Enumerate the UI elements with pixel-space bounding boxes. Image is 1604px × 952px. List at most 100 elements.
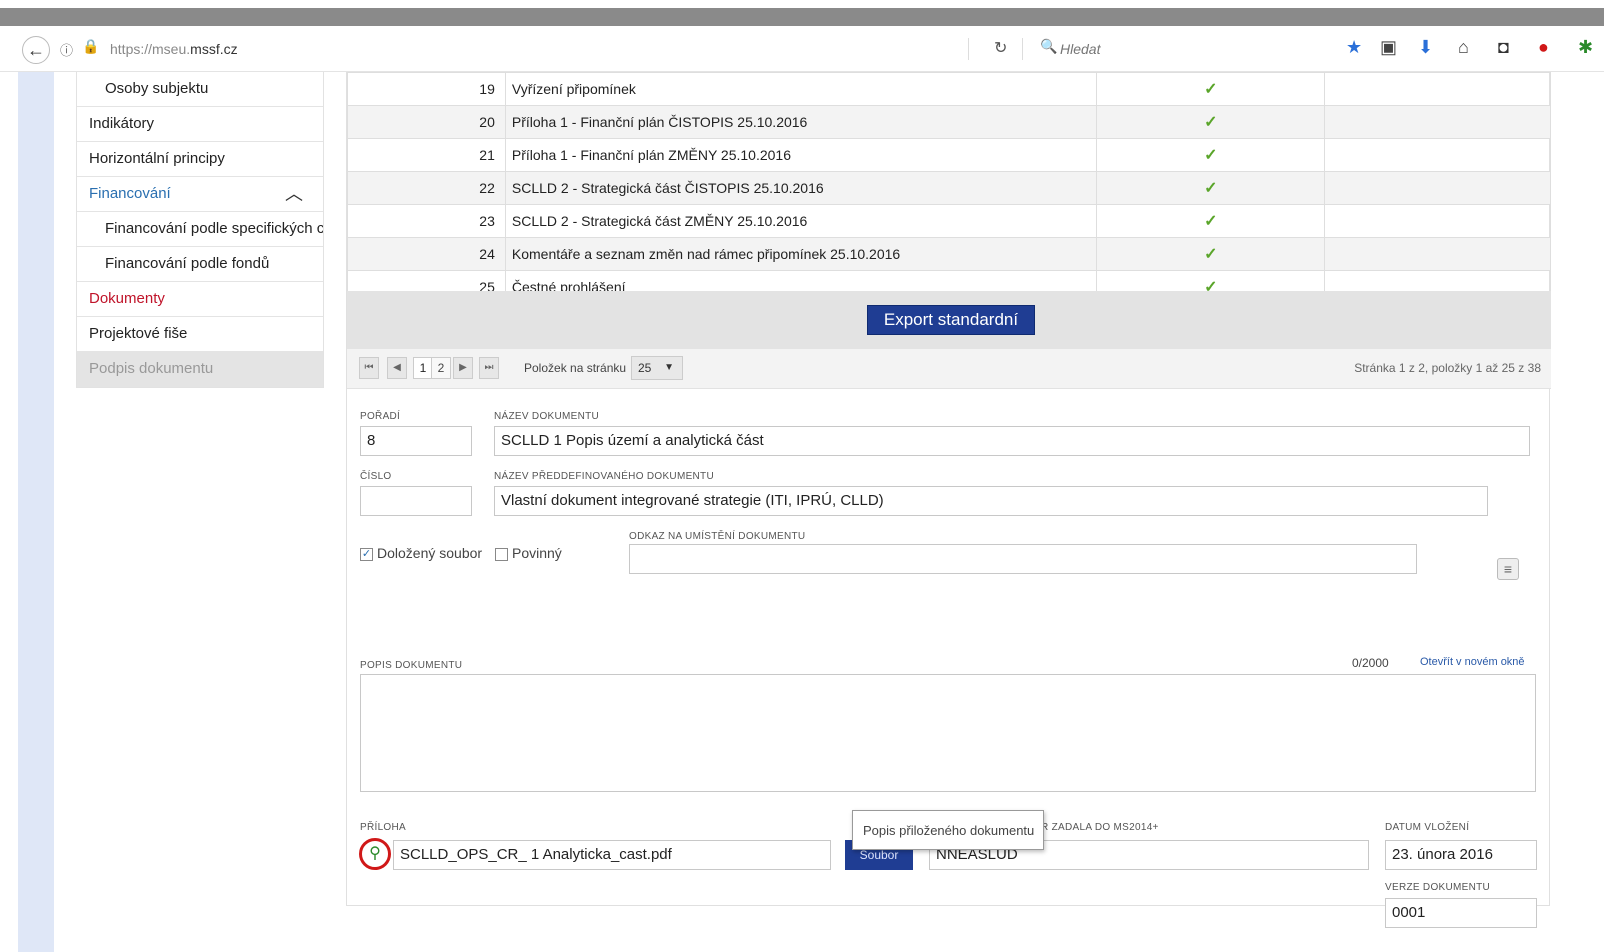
poradi-input[interactable]: 8 <box>360 426 472 456</box>
row-number: 23 <box>347 204 506 238</box>
table-row[interactable]: 21 Příloha 1 - Finanční plán ZMĚNY 25.10.… <box>347 138 1551 172</box>
search-icon: 🔍 <box>1040 38 1058 54</box>
check-icon: ✓ <box>1096 105 1326 139</box>
cislo-input[interactable] <box>360 486 472 516</box>
sidebar-item-label: Osoby subjektu <box>105 80 209 97</box>
predef-input[interactable]: Vlastní dokument integrované strategie (… <box>494 486 1488 516</box>
window-top-edge <box>0 0 1604 8</box>
page-1-button[interactable]: 1 <box>413 357 433 379</box>
popis-textarea[interactable] <box>360 674 1536 792</box>
table-row[interactable]: 22 SCLLD 2 - Strategická část ČISTOPIS 25… <box>347 171 1551 205</box>
star-icon[interactable]: ★ <box>1346 37 1362 58</box>
row-name: SCLLD 2 - Strategická část ZMĚNY 25.10.2… <box>504 204 1098 238</box>
checkbox-checked-icon[interactable]: ✓ <box>360 547 373 561</box>
odkaz-input[interactable] <box>629 544 1417 574</box>
export-band: Export standardní <box>347 291 1551 349</box>
row-number: 21 <box>347 138 506 172</box>
per-page-label: Položek na stránku <box>524 361 627 375</box>
clipboard-icon[interactable]: ▣ <box>1380 37 1397 58</box>
chevron-down-icon: ▼ <box>664 362 674 373</box>
prev-page-icon[interactable]: ◀ <box>387 357 407 379</box>
row-number: 19 <box>347 72 506 106</box>
priloha-label: Příloha <box>360 822 407 833</box>
row-name: Komentáře a seznam změn nad rámec připom… <box>504 237 1098 271</box>
povinny-label: Povinný <box>512 545 562 561</box>
tooltip: Popis přiloženého dokumentu <box>852 810 1044 850</box>
last-page-icon[interactable]: ⏭ <box>479 357 499 379</box>
sidebar-item-dokumenty[interactable]: Dokumenty <box>77 282 323 317</box>
back-arrow-icon[interactable]: ← <box>22 36 50 64</box>
per-page-select[interactable]: 25 ▼ <box>631 356 683 380</box>
first-page-icon[interactable]: ⏮ <box>359 357 379 379</box>
povinny-checkbox[interactable]: Povinný <box>495 545 562 561</box>
next-page-icon[interactable]: ▶ <box>453 357 473 379</box>
table-row[interactable]: 20 Příloha 1 - Finanční plán ČISTOPIS 25.… <box>347 105 1551 139</box>
url-bar[interactable]: https://mseu.mssf.cz <box>110 41 238 57</box>
sidebar-item-financovani[interactable]: Financování ︿ <box>77 177 323 212</box>
row-empty-cell <box>1324 105 1551 139</box>
priloha-input[interactable]: SCLLD_OPS_CR_ 1 Analyticka_cast.pdf <box>393 840 831 870</box>
pager-info: Stránka 1 z 2, položky 1 až 25 z 38 <box>1354 361 1541 375</box>
verze-input[interactable]: 0001 <box>1385 898 1537 928</box>
export-standard-button[interactable]: Export standardní <box>867 305 1035 335</box>
key-icon[interactable]: ⚲ <box>359 838 391 870</box>
pocket-icon[interactable]: ◘ <box>1498 37 1509 58</box>
sidebar-item-projektove-fise[interactable]: Projektové fiše <box>77 317 323 352</box>
poradi-label: Pořadí <box>360 411 401 422</box>
sidebar-item-label: Indikátory <box>89 115 155 132</box>
row-empty-cell <box>1324 72 1551 106</box>
sidebar-item-financovani-cile[interactable]: Financování podle specifických cílů <box>77 212 323 247</box>
list-icon[interactable]: ≡ <box>1497 558 1519 580</box>
checkbox-empty-icon[interactable] <box>495 547 508 561</box>
sidebar-item-osoby-subjektu[interactable]: Osoby subjektu <box>77 72 323 107</box>
reload-icon[interactable]: ↻ <box>994 38 1007 58</box>
per-page-value: 25 <box>638 361 652 375</box>
page-2-button[interactable]: 2 <box>431 357 451 379</box>
sidebar-item-label: Podpis dokumentu <box>89 360 214 377</box>
toolbar-divider <box>1022 38 1023 60</box>
sidebar-item-label: Financování podle specifických cílů <box>105 220 323 237</box>
table-row[interactable]: 24 Komentáře a seznam změn nad rámec přip… <box>347 237 1551 271</box>
check-icon: ✓ <box>1096 138 1326 172</box>
sidebar-item-horizontalni-principy[interactable]: Horizontální principy <box>77 142 323 177</box>
check-icon: ✓ <box>1096 171 1326 205</box>
info-icon[interactable]: ⓘ <box>60 40 73 59</box>
url-prefix: https://mseu. <box>110 41 191 57</box>
datum-input[interactable]: 23. února 2016 <box>1385 840 1537 870</box>
row-name: SCLLD 2 - Strategická část ČISTOPIS 25.1… <box>504 171 1098 205</box>
sidebar-item-label: Financování <box>89 185 171 202</box>
page-left-band <box>18 72 54 952</box>
table-row[interactable]: 23 SCLLD 2 - Strategická část ZMĚNY 25.10… <box>347 204 1551 238</box>
popis-label: Popis dokumentu <box>360 660 463 671</box>
row-empty-cell <box>1324 237 1551 271</box>
row-name: Příloha 1 - Finanční plán ZMĚNY 25.10.20… <box>504 138 1098 172</box>
dolozeny-checkbox[interactable]: ✓ Doložený soubor <box>360 545 482 561</box>
toolbar-divider <box>968 38 969 60</box>
search-input[interactable] <box>1060 38 1300 60</box>
sidebar-nav: Osoby subjektu Indikátory Horizontální p… <box>76 72 324 388</box>
sidebar-item-podpis-dokumentu[interactable]: Podpis dokumentu <box>77 352 323 387</box>
table-row[interactable]: 19 Vyřízení připomínek ✓ <box>347 72 1551 106</box>
sidebar-item-label: Projektové fiše <box>89 325 188 342</box>
adblock-icon[interactable]: ● <box>1538 37 1549 58</box>
row-empty-cell <box>1324 204 1551 238</box>
row-number: 24 <box>347 237 506 271</box>
lock-icon: 🔒 <box>82 38 100 54</box>
chevron-up-icon[interactable]: ︿ <box>285 177 303 211</box>
main-content: 19 Vyřízení připomínek ✓ 20 Příloha 1 - Fin… <box>346 72 1551 928</box>
sidebar-item-indikatory[interactable]: Indikátory <box>77 107 323 142</box>
download-icon[interactable]: ⬇ <box>1418 37 1433 58</box>
extension-icon[interactable]: ✱ <box>1578 37 1593 58</box>
dolozeny-label: Doložený soubor <box>377 545 483 561</box>
sidebar-item-financovani-fondy[interactable]: Financování podle fondů <box>77 247 323 282</box>
sidebar-item-label: Financování podle fondů <box>105 255 270 272</box>
open-new-window-link[interactable]: Otevřít v novém okně <box>1420 656 1525 668</box>
pager: ⏮ ◀ 1 2 ▶ ⏭ Položek na stránku 25 ▼ Strán… <box>347 349 1551 389</box>
sidebar-item-label: Horizontální principy <box>89 150 225 167</box>
row-number: 22 <box>347 171 506 205</box>
verze-label: Verze dokumentu <box>1385 882 1491 893</box>
document-form: Pořadí 8 Název dokumentu SCLLD 1 Popis ú… <box>347 390 1551 928</box>
nazev-input[interactable]: SCLLD 1 Popis území a analytická část <box>494 426 1530 456</box>
home-icon[interactable]: ⌂ <box>1458 37 1469 58</box>
zadal-label: R ZADALA DO MS2014+ <box>1041 822 1159 833</box>
